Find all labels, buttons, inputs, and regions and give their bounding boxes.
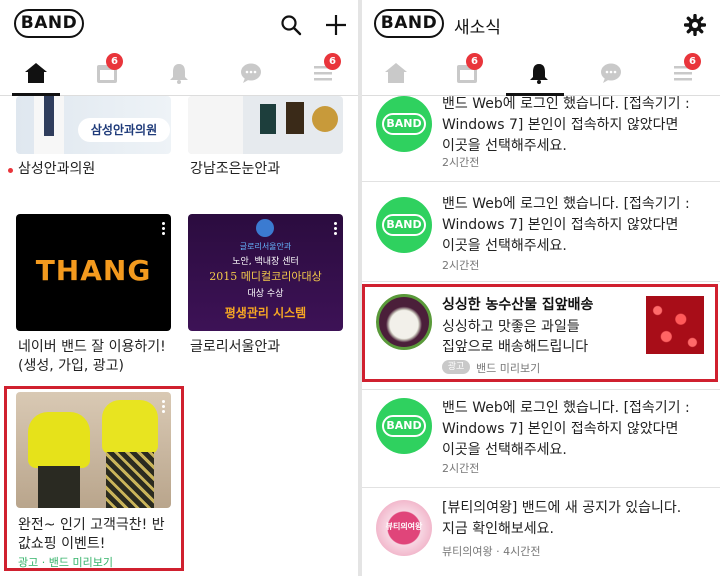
band-thumbnail: 삼성안과의원 bbox=[16, 96, 171, 154]
ad-description: 싱싱하고 맛좋은 과일들 집앞으로 배송해드립니다 bbox=[442, 319, 589, 355]
ad-avatar bbox=[376, 294, 432, 350]
notification-time: 2시간전 bbox=[442, 156, 480, 169]
notification-time: 2시간전 bbox=[442, 259, 480, 272]
thumb-line: 2015 메디컬코리아대상 bbox=[209, 270, 322, 283]
band-subtitle: (생성, 가입, 광고) bbox=[18, 358, 125, 374]
thumb-line: 글로리서울안과 bbox=[239, 242, 292, 251]
ad-image bbox=[646, 296, 704, 354]
tab-calendar[interactable]: 6 bbox=[88, 53, 128, 90]
ad-thumbnail bbox=[16, 392, 171, 508]
notification-item[interactable]: BAND 밴드 Web에 로그인 했습니다. [접속기기 : Windows 7]… bbox=[362, 96, 720, 182]
tab-bar: 6 6 bbox=[0, 50, 358, 96]
gear-icon[interactable] bbox=[684, 14, 706, 36]
band-title: 네이버 밴드 잘 이용하기! bbox=[18, 339, 166, 355]
tab-menu[interactable]: 6 bbox=[664, 53, 704, 90]
tab-chat[interactable] bbox=[232, 54, 272, 90]
top-bar: BAND bbox=[0, 0, 358, 50]
tab-calendar[interactable]: 6 bbox=[448, 53, 488, 90]
band-title: 강남조은눈안과 bbox=[190, 161, 281, 177]
band-thumbnail: 글로리서울안과 노안, 백내장 센터 2015 메디컬코리아대상 대상 수상 평… bbox=[188, 214, 343, 331]
notification-text: [뷰티의여왕] 밴드에 새 공지가 있습니다. 지금 확인해보세요. bbox=[442, 500, 682, 537]
bell-icon bbox=[170, 64, 188, 84]
band-logo[interactable]: BAND bbox=[374, 9, 444, 38]
chat-icon bbox=[601, 63, 621, 83]
notification-text: 밴드 Web에 로그인 했습니다. [접속기기 : Windows 7] 본인이 … bbox=[442, 196, 690, 254]
ad-preview-link[interactable]: 밴드 미리보기 bbox=[476, 360, 540, 376]
thumb-line: 평생관리 시스템 bbox=[224, 306, 307, 320]
more-icon[interactable] bbox=[334, 222, 338, 238]
chat-icon bbox=[241, 63, 261, 83]
band-thumbnail bbox=[188, 96, 343, 154]
ad-title: 싱싱한 농수산물 집앞배송 bbox=[442, 297, 594, 313]
home-icon bbox=[25, 63, 47, 83]
band-icon: BAND bbox=[376, 398, 432, 454]
thumb-line: 노안, 백내장 센터 bbox=[232, 257, 299, 267]
ad-label[interactable]: 광고 · 밴드 미리보기 bbox=[18, 554, 113, 570]
ad-item[interactable]: 싱싱한 농수산물 집앞배송 싱싱하고 맛좋은 과일들 집앞으로 배송해드립니다 광… bbox=[362, 282, 720, 390]
ad-title-line2: 값쇼핑 이벤트! bbox=[18, 536, 106, 552]
notification-text: 밴드 Web에 로그인 했습니다. [접속기기 : Windows 7] 본인이 … bbox=[442, 96, 690, 154]
band-title: 삼성안과의원 bbox=[18, 161, 96, 177]
new-dot bbox=[8, 168, 13, 173]
search-icon[interactable] bbox=[280, 14, 302, 36]
plus-icon[interactable] bbox=[324, 13, 348, 37]
ad-title: 완전~ 인기 고객극찬! 반 bbox=[18, 517, 165, 533]
ad-tag: 광고 bbox=[442, 360, 470, 374]
tab-notifications[interactable] bbox=[160, 54, 200, 90]
page-title: 새소식 bbox=[454, 18, 501, 38]
band-logo[interactable]: BAND bbox=[14, 9, 84, 38]
band-title: 글로리서울안과 bbox=[190, 339, 281, 355]
top-bar: BAND 새소식 bbox=[362, 0, 720, 50]
notification-item[interactable]: 뷰티의여왕 [뷰티의여왕] 밴드에 새 공지가 있습니다. 지금 확인해보세요. … bbox=[362, 488, 720, 576]
notification-item[interactable]: BAND 밴드 Web에 로그인 했습니다. [접속기기 : Windows 7]… bbox=[362, 182, 720, 282]
tab-home[interactable] bbox=[376, 54, 416, 90]
home-icon bbox=[385, 63, 407, 83]
tab-home[interactable] bbox=[16, 54, 56, 90]
more-icon[interactable] bbox=[162, 222, 166, 238]
left-screen: BAND 6 6 삼성안과의원 삼성안과의원 강남조은눈안과 THANG 네이버… bbox=[0, 0, 358, 576]
calendar-badge: 6 bbox=[466, 53, 483, 70]
band-avatar: 뷰티의여왕 bbox=[376, 500, 432, 556]
bell-icon bbox=[530, 64, 548, 84]
right-screen: BAND 새소식 6 6 BAND 밴드 Web에 로그인 했습니다. [접속기… bbox=[362, 0, 720, 576]
calendar-badge: 6 bbox=[106, 53, 123, 70]
menu-badge: 6 bbox=[324, 53, 341, 70]
band-thumbnail: THANG bbox=[16, 214, 171, 331]
tab-chat[interactable] bbox=[592, 54, 632, 90]
menu-badge: 6 bbox=[684, 53, 701, 70]
band-icon: BAND bbox=[376, 96, 432, 152]
tab-menu[interactable]: 6 bbox=[304, 53, 344, 90]
notification-item[interactable]: BAND 밴드 Web에 로그인 했습니다. [접속기기 : Windows 7]… bbox=[362, 390, 720, 488]
thumb-caption: 삼성안과의원 bbox=[78, 118, 170, 142]
thumb-caption: THANG bbox=[35, 254, 152, 287]
tab-bar: 6 6 bbox=[362, 50, 720, 96]
more-icon[interactable] bbox=[162, 400, 166, 416]
notification-time: 2시간전 bbox=[442, 462, 480, 475]
notification-text: 밴드 Web에 로그인 했습니다. [접속기기 : Windows 7] 본인이 … bbox=[442, 400, 690, 458]
tab-notifications[interactable] bbox=[520, 54, 560, 90]
band-icon: BAND bbox=[376, 197, 432, 253]
thumb-line: 대상 수상 bbox=[247, 289, 284, 299]
notification-time: 뷰티의여왕 · 4시간전 bbox=[442, 545, 541, 558]
